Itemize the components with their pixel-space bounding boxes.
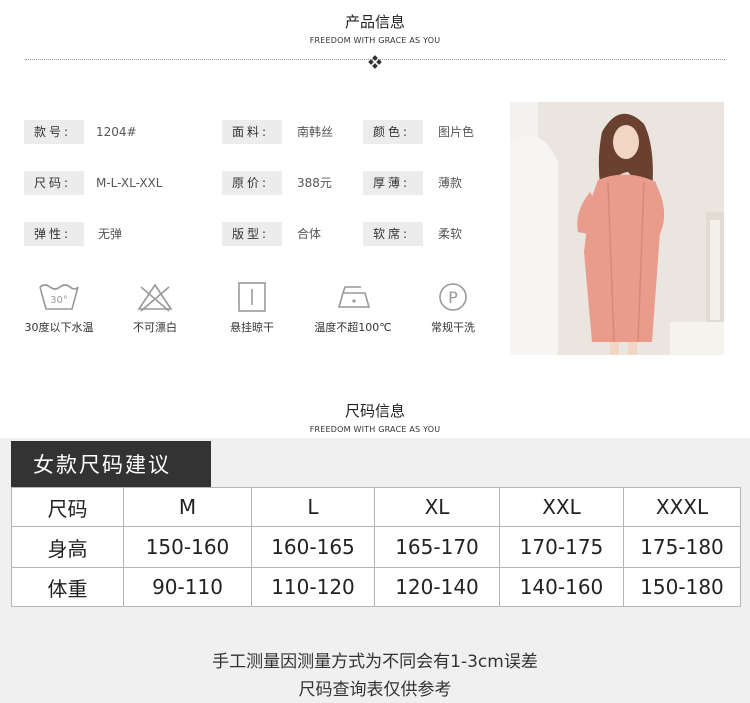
table-cell: 120-140 bbox=[374, 567, 500, 607]
column-header: 尺码 bbox=[11, 487, 124, 527]
attr-value-thickness: 薄款 bbox=[438, 176, 463, 190]
column-header: M bbox=[123, 487, 252, 527]
size-note-error: 手工测量因测量方式为不同会有1-3cm误差 bbox=[212, 652, 538, 672]
table-row: 身高 150-160 160-165 165-170 170-175 175-1… bbox=[11, 526, 741, 568]
attr-label-fit: 版型: bbox=[222, 222, 282, 246]
size-table-title: 女款尺码建议 bbox=[11, 441, 211, 487]
table-cell: 140-160 bbox=[499, 567, 624, 607]
attr-label-price: 原价: bbox=[222, 171, 282, 195]
table-cell: 150-180 bbox=[623, 567, 741, 607]
iron-icon bbox=[337, 286, 371, 308]
care-iron: 温度不超100℃ bbox=[303, 281, 403, 335]
table-cell: 150-160 bbox=[123, 526, 252, 568]
product-info-subtitle: FREEDOM WITH GRACE AS YOU bbox=[309, 36, 441, 45]
attr-label-softness: 软席: bbox=[363, 222, 423, 246]
table-row: 体重 90-110 110-120 120-140 140-160 150-18… bbox=[11, 567, 741, 607]
care-wash: 30° 30度以下水温 bbox=[9, 281, 109, 335]
attr-value-color: 图片色 bbox=[438, 125, 475, 139]
column-header: XXXL bbox=[623, 487, 741, 527]
care-hang: 悬挂晾干 bbox=[202, 281, 302, 335]
table-cell: 90-110 bbox=[123, 567, 252, 607]
svg-text:P: P bbox=[448, 288, 458, 307]
column-header: L bbox=[251, 487, 375, 527]
attr-value-style-no: 1204# bbox=[96, 125, 137, 139]
care-bleach: 不可漂白 bbox=[105, 281, 205, 335]
row-header: 身高 bbox=[11, 526, 124, 568]
attr-value-softness: 柔软 bbox=[438, 227, 463, 241]
size-table: 尺码 M L XL XXL XXXL 身高 150-160 160-165 16… bbox=[11, 487, 741, 607]
dry-clean-icon: P bbox=[439, 283, 467, 311]
no-bleach-icon bbox=[137, 283, 173, 312]
wash-30-icon: 30° bbox=[39, 284, 79, 310]
product-info-title: 产品信息 bbox=[344, 13, 405, 31]
care-label-iron: 温度不超100℃ bbox=[314, 321, 392, 334]
column-header: XL bbox=[374, 487, 500, 527]
attr-value-fit: 合体 bbox=[297, 227, 322, 241]
attr-label-size: 尺码: bbox=[24, 171, 84, 195]
care-dryclean: P 常规干洗 bbox=[403, 281, 503, 335]
attr-label-fabric: 面料: bbox=[222, 120, 282, 144]
attr-label-style-no: 款号: bbox=[24, 120, 84, 144]
attr-label-color: 颜色: bbox=[363, 120, 423, 144]
table-cell: 170-175 bbox=[499, 526, 624, 568]
column-header: XXL bbox=[499, 487, 624, 527]
size-info-subtitle: FREEDOM WITH GRACE AS YOU bbox=[309, 425, 441, 434]
product-photo bbox=[510, 102, 724, 355]
hang-dry-icon bbox=[238, 282, 266, 312]
diamond-ornament-icon bbox=[368, 55, 382, 69]
table-cell: 160-165 bbox=[251, 526, 375, 568]
attr-label-elasticity: 弹性: bbox=[24, 222, 84, 246]
care-label-wash: 30度以下水温 bbox=[24, 321, 94, 334]
size-note-reference: 尺码查询表仅供参考 bbox=[298, 680, 452, 700]
table-cell: 165-170 bbox=[374, 526, 500, 568]
care-label-bleach: 不可漂白 bbox=[133, 321, 177, 334]
table-cell: 110-120 bbox=[251, 567, 375, 607]
size-info-title: 尺码信息 bbox=[344, 402, 405, 420]
care-label-dryclean: 常规干洗 bbox=[431, 321, 475, 334]
attr-value-price: 388元 bbox=[297, 176, 332, 190]
attr-label-thickness: 厚薄: bbox=[363, 171, 423, 195]
row-header: 体重 bbox=[11, 567, 124, 607]
table-header-row: 尺码 M L XL XXL XXXL bbox=[11, 487, 741, 527]
attr-value-elasticity: 无弹 bbox=[98, 227, 123, 241]
attr-value-fabric: 南韩丝 bbox=[297, 125, 334, 139]
table-cell: 175-180 bbox=[623, 526, 741, 568]
attr-value-size: M-L-XL-XXL bbox=[96, 176, 163, 190]
svg-text:30°: 30° bbox=[50, 295, 68, 306]
care-label-hang: 悬挂晾干 bbox=[230, 321, 274, 334]
